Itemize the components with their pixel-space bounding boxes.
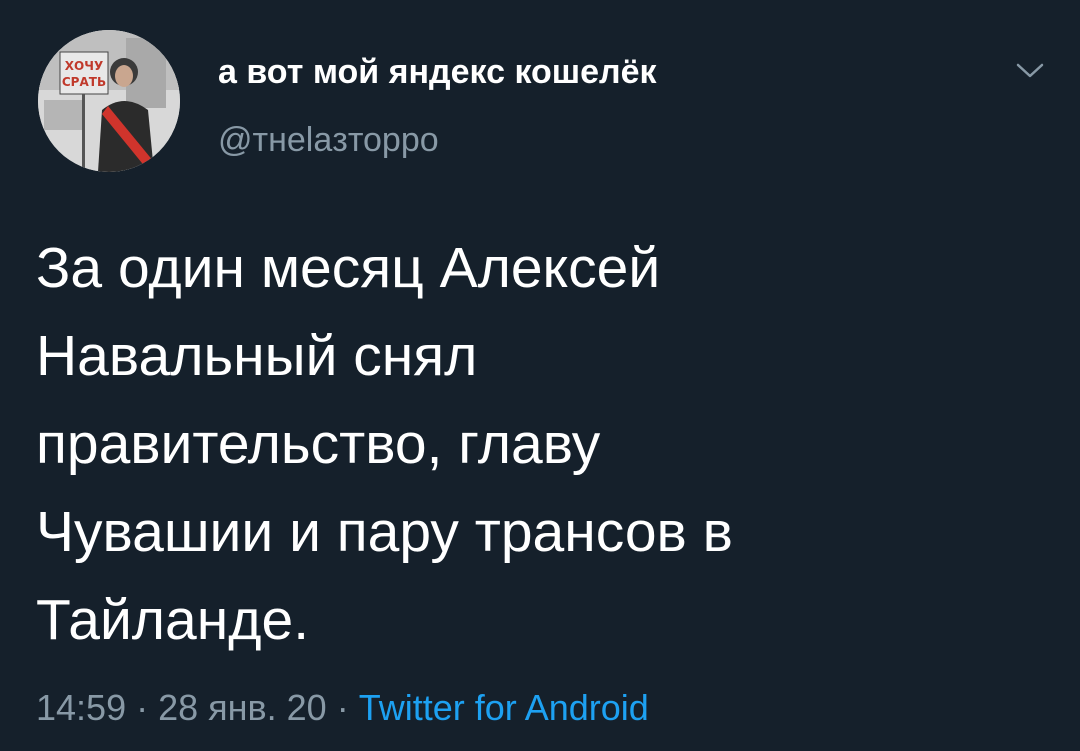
tweet-text-line: Чувашии и пару трансов в <box>36 500 733 564</box>
tweet-text-line: правительство, главу <box>36 412 601 476</box>
display-name[interactable]: а вот мой яндекс кошелёк <box>218 52 657 92</box>
tweet-text-line: За один месяц Алексей <box>36 236 661 300</box>
tweet-date[interactable]: 28 янв. 20 <box>158 687 327 728</box>
avatar-image: ХОЧУ СРАТЬ <box>38 30 180 172</box>
svg-text:ХОЧУ: ХОЧУ <box>65 59 103 73</box>
tweet-text: За один месяц Алексей Навальный снял пра… <box>36 224 1036 664</box>
meta-separator: · <box>126 687 159 728</box>
tweet-text-line: Тайланде. <box>36 588 310 652</box>
tweet-meta: 14:59 · 28 янв. 20 · Twitter for Android <box>36 686 649 730</box>
tweet-card: ХОЧУ СРАТЬ а вот мой яндекс кошелёк @тне… <box>0 0 1080 751</box>
avatar[interactable]: ХОЧУ СРАТЬ <box>38 30 180 172</box>
tweet-source-link[interactable]: Twitter for Android <box>359 687 649 728</box>
tweet-text-line: Навальный снял <box>36 324 478 388</box>
tweet-time[interactable]: 14:59 <box>36 687 126 728</box>
meta-separator: · <box>326 687 359 728</box>
user-handle[interactable]: @тнеlaзторро <box>218 120 439 160</box>
chevron-down-icon[interactable] <box>1012 58 1048 82</box>
svg-text:СРАТЬ: СРАТЬ <box>62 75 106 89</box>
